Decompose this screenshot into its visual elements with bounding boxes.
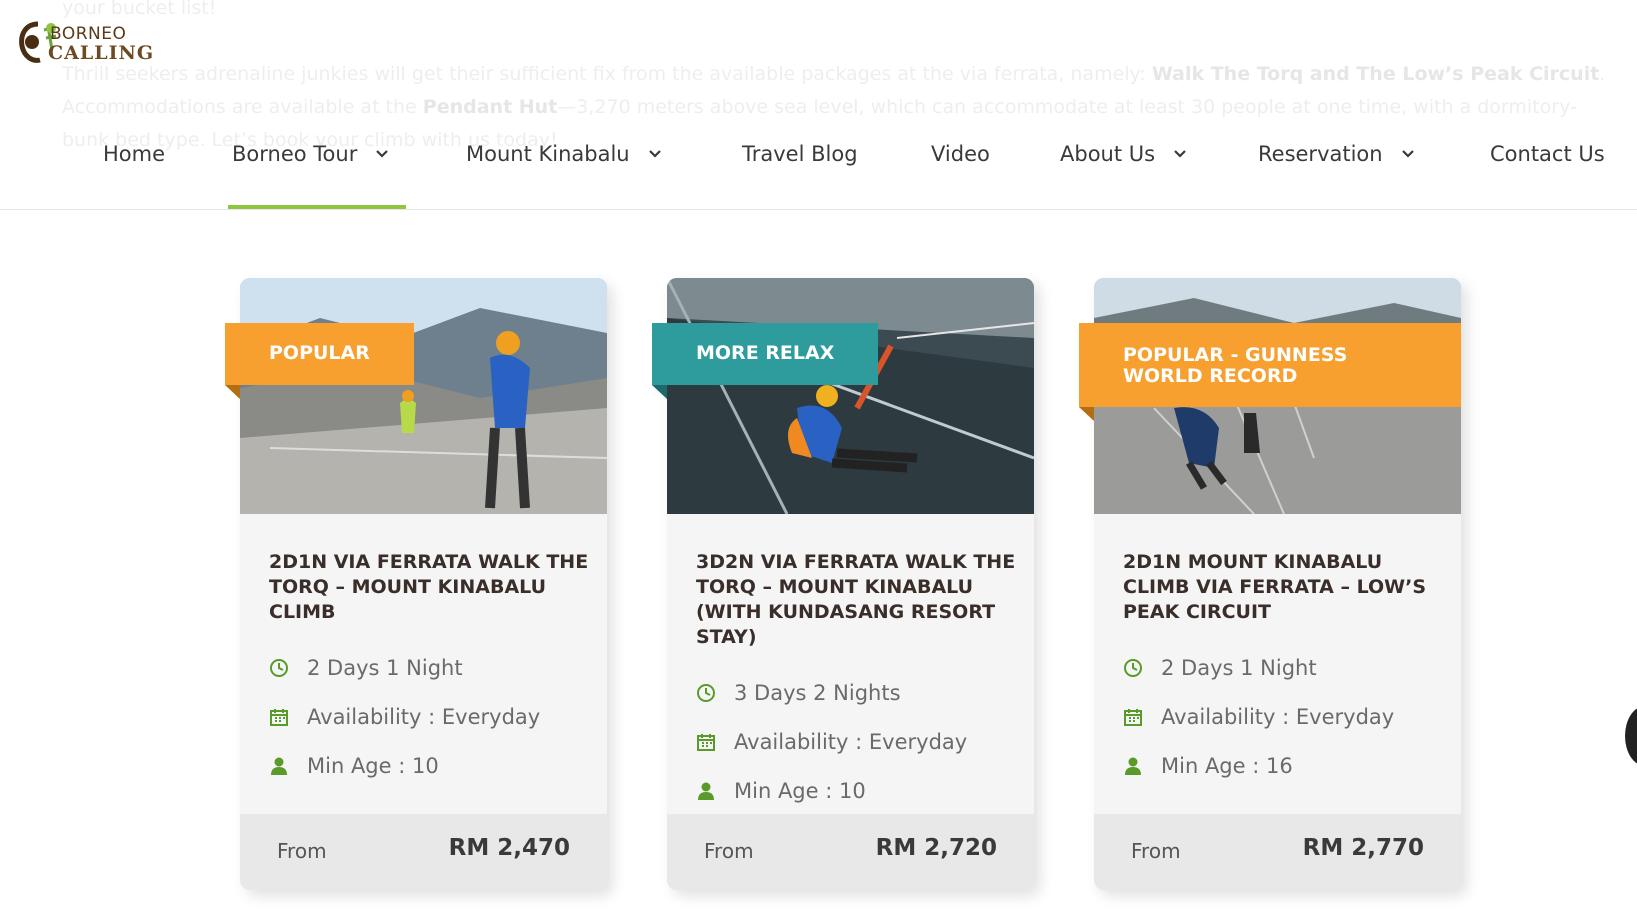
nav-travel-blog[interactable]: Travel Blog — [742, 142, 858, 166]
calendar-icon — [270, 709, 288, 726]
chevron-down-icon — [648, 150, 661, 158]
tour-price: RM 2,770 — [1302, 835, 1424, 861]
tour-badge-label: POPULAR — [269, 342, 370, 364]
tour-min-age-text: Min Age : 10 — [734, 779, 866, 803]
tour-card[interactable]: POPULAR 2D1N VIA FERRATA WALK THE TORQ –… — [225, 278, 607, 890]
nav-mount-kinabalu[interactable]: Mount Kinabalu — [466, 142, 662, 166]
price-from-label: From — [704, 839, 754, 863]
header-divider — [0, 209, 1637, 210]
tour-duration: 2 Days 1 Night — [1123, 656, 1317, 680]
tour-price: RM 2,720 — [875, 835, 997, 861]
nav-about-us[interactable]: About Us — [1060, 142, 1187, 166]
tour-card[interactable]: POPULAR - GUNNESS WORLD RECORD 2D1N MOUN… — [1079, 278, 1461, 890]
bg-line-3: Accommodations are available at the Pend… — [62, 96, 1577, 118]
ribbon-fold — [225, 385, 240, 399]
tour-title[interactable]: 2D1N VIA FERRATA WALK THE TORQ – MOUNT K… — [269, 550, 589, 625]
tour-badge: POPULAR — [225, 323, 414, 399]
price-from-label: From — [277, 839, 327, 863]
tour-price: RM 2,470 — [448, 835, 570, 861]
nav-borneo-tour[interactable]: Borneo Tour — [232, 142, 389, 166]
tour-availability: Availability : Everyday — [269, 705, 540, 729]
logo-text-top: BORNEO — [50, 24, 127, 44]
tour-title[interactable]: 2D1N MOUNT KINABALU CLIMB VIA FERRATA – … — [1123, 550, 1443, 625]
nav-home[interactable]: Home — [103, 142, 165, 166]
user-icon — [698, 782, 714, 800]
tour-min-age: Min Age : 10 — [696, 779, 866, 803]
nav-video[interactable]: Video — [931, 142, 990, 166]
tour-availability: Availability : Everyday — [696, 730, 967, 754]
clock-icon — [270, 659, 288, 677]
tour-min-age: Min Age : 16 — [1123, 754, 1293, 778]
tour-duration: 2 Days 1 Night — [269, 656, 463, 680]
tour-availability: Availability : Everyday — [1123, 705, 1394, 729]
tour-price-bar: From RM 2,470 — [240, 814, 607, 890]
tour-duration: 3 Days 2 Nights — [696, 681, 901, 705]
tour-photo[interactable] — [667, 278, 1034, 514]
ribbon-fold — [652, 385, 667, 399]
nav-mount-kinabalu-label: Mount Kinabalu — [466, 142, 630, 166]
nav-travel-blog-label: Travel Blog — [742, 142, 858, 166]
tour-photo-image — [240, 278, 607, 514]
main-nav: Home Borneo Tour Mount Kinabalu Travel B… — [0, 130, 1637, 210]
user-icon — [271, 757, 287, 775]
tour-badge-label: POPULAR - GUNNESS WORLD RECORD — [1123, 344, 1348, 387]
nav-borneo-tour-label: Borneo Tour — [232, 142, 358, 166]
tour-availability-text: Availability : Everyday — [734, 730, 968, 754]
bg-line-2: Thrill seekers adrenaline junkies will g… — [62, 63, 1606, 85]
nav-reservation-label: Reservation — [1258, 142, 1383, 166]
nav-contact-us[interactable]: Contact Us — [1490, 142, 1605, 166]
tour-min-age-text: Min Age : 16 — [1161, 754, 1293, 778]
tour-duration-text: 2 Days 1 Night — [307, 656, 463, 680]
clock-icon — [1124, 659, 1142, 677]
nav-contact-us-label: Contact Us — [1490, 142, 1605, 166]
tour-availability-text: Availability : Everyday — [307, 705, 541, 729]
nav-reservation[interactable]: Reservation — [1258, 142, 1415, 166]
chevron-down-icon — [1401, 150, 1414, 158]
chevron-down-icon — [1174, 150, 1186, 158]
tour-card[interactable]: MORE RELAX 3D2N VIA FERRATA WALK THE TOR… — [652, 278, 1034, 890]
tour-duration-text: 3 Days 2 Nights — [734, 681, 901, 705]
tour-title[interactable]: 3D2N VIA FERRATA WALK THE TORQ – MOUNT K… — [696, 550, 1016, 650]
site-logo[interactable]: BORNEO CALLING — [18, 18, 153, 66]
tour-badge: MORE RELAX — [652, 323, 879, 399]
tour-price-bar: From RM 2,720 — [667, 814, 1034, 890]
user-icon — [1125, 757, 1141, 775]
tour-min-age: Min Age : 10 — [269, 754, 439, 778]
tour-availability-text: Availability : Everyday — [1161, 705, 1395, 729]
tour-badge-label: MORE RELAX — [696, 342, 835, 364]
logo-text-bottom: CALLING — [48, 42, 155, 64]
clock-icon — [697, 684, 715, 702]
tour-duration-text: 2 Days 1 Night — [1161, 656, 1317, 680]
tour-price-bar: From RM 2,770 — [1094, 814, 1461, 890]
floating-chat-button[interactable] — [1625, 706, 1637, 766]
tour-badge: POPULAR - GUNNESS WORLD RECORD — [1079, 323, 1461, 421]
nav-about-us-label: About Us — [1060, 142, 1156, 166]
tour-photo-image — [667, 278, 1034, 514]
nav-video-label: Video — [931, 142, 990, 166]
ribbon-fold — [1079, 407, 1094, 421]
price-from-label: From — [1131, 839, 1181, 863]
calendar-icon — [697, 734, 715, 751]
calendar-icon — [1124, 709, 1142, 726]
tour-photo[interactable] — [240, 278, 607, 514]
nav-home-label: Home — [103, 142, 166, 166]
tour-min-age-text: Min Age : 10 — [307, 754, 439, 778]
chevron-down-icon — [376, 150, 389, 158]
